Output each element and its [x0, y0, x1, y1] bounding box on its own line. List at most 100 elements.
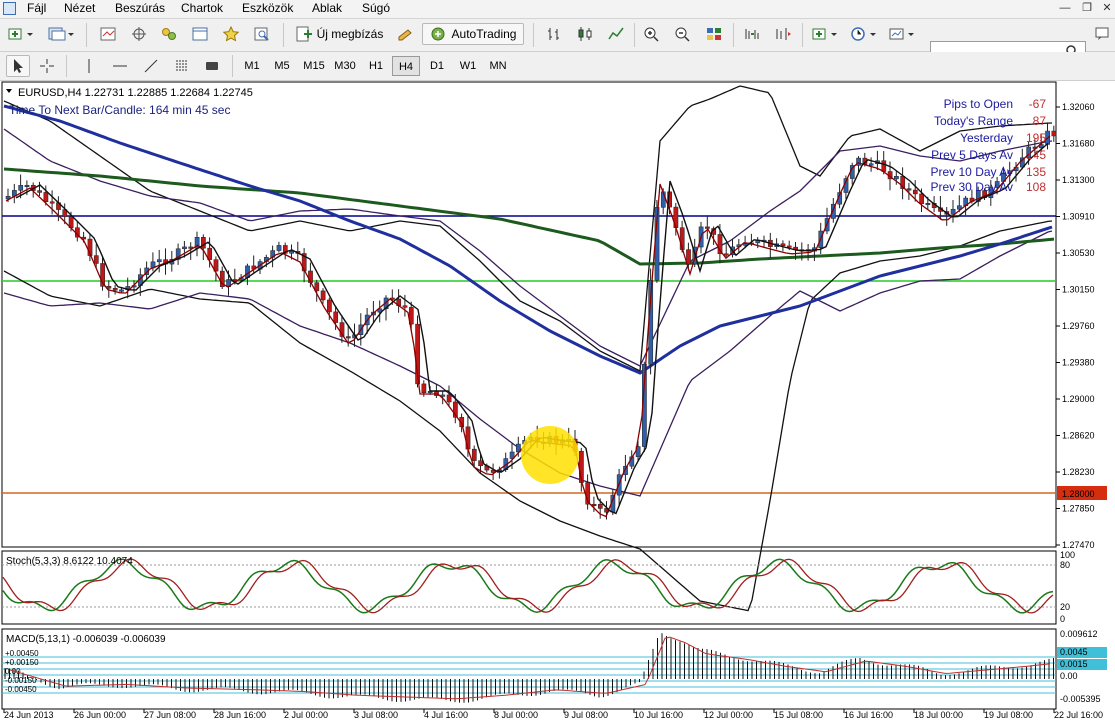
stoch-pane: 10080 20 0	[2, 550, 1075, 624]
minimize-icon[interactable]: —	[1055, 1, 1075, 16]
bullish-candle	[119, 289, 124, 292]
cursor-arrow-icon	[14, 59, 23, 73]
data-window-button[interactable]	[128, 23, 150, 45]
star-folder-icon	[222, 26, 240, 42]
market-watch-button[interactable]	[97, 23, 119, 45]
vertical-line-icon	[88, 59, 90, 73]
terminal-button[interactable]	[189, 23, 211, 45]
timeframe-m15[interactable]: M15	[299, 56, 329, 76]
stoch-header: Stoch(5,3,3) 8.6122 10.4074	[6, 556, 133, 567]
stoch-pane-frame	[1, 550, 1057, 625]
date-label: 18 Jul 00:00	[914, 710, 963, 720]
zoom-out-button[interactable]	[672, 23, 694, 45]
price-label: 1.32060	[1062, 102, 1095, 112]
menu-window[interactable]: Ablak	[310, 1, 344, 15]
timeframe-m5[interactable]: M5	[268, 56, 296, 76]
tile-windows-button[interactable]	[703, 23, 725, 45]
bollinger-upper-band	[3, 85, 1053, 373]
axes: 1.32060 1.31680 1.31300 1.30910 1.30530 1.301…	[3, 102, 1107, 720]
search-tool-button[interactable]	[251, 23, 273, 45]
timeframe-h4[interactable]: H4	[392, 56, 420, 76]
macd-left-label: +0.00150	[5, 658, 39, 667]
periods-button[interactable]	[848, 23, 882, 45]
navigator-button[interactable]	[158, 23, 180, 45]
templates-button[interactable]	[886, 23, 920, 45]
medium-moving-average	[3, 104, 1053, 375]
bar-chart-button[interactable]	[543, 23, 565, 45]
price-label: 1.27470	[1062, 540, 1095, 550]
autotrading-button[interactable]: AutoTrading	[422, 23, 524, 45]
main-pane-frame	[1, 81, 1057, 548]
fibonacci-icon	[176, 60, 188, 71]
profiles-button[interactable]	[45, 23, 77, 45]
bearish-candle	[906, 188, 912, 191]
metaeditor-button[interactable]	[394, 23, 416, 45]
menu-tools[interactable]: Eszközök	[240, 1, 295, 15]
horizontal-line-button[interactable]	[108, 55, 132, 77]
stat-label-pips-to-open: Pips to Open	[944, 97, 1013, 111]
stoch-level-label: 80	[1060, 560, 1070, 570]
crosshair-button[interactable]	[35, 55, 59, 77]
timeframe-h1[interactable]: H1	[362, 56, 390, 76]
autotrading-label: AutoTrading	[451, 27, 517, 41]
new-order-button[interactable]: Új megbízás	[290, 23, 388, 45]
highlight-marker	[521, 426, 579, 484]
chart-header: EURUSD,H4 1.22731 1.22885 1.22684 1.2274…	[18, 87, 253, 99]
fibonacci-button[interactable]	[170, 55, 194, 77]
bearish-candle	[446, 394, 452, 403]
indicators-button[interactable]	[809, 23, 843, 45]
timeframe-m1[interactable]: M1	[238, 56, 266, 76]
bullish-candle	[18, 185, 24, 191]
macd-level-label: -0.005395	[1060, 694, 1101, 704]
timeframe-m30[interactable]: M30	[330, 56, 360, 76]
crosshair-icon	[132, 27, 146, 41]
menu-insert[interactable]: Beszúrás	[113, 1, 167, 15]
zoom-in-icon	[644, 27, 659, 42]
price-label: 1.27850	[1062, 504, 1095, 514]
timeframe-d1[interactable]: D1	[423, 56, 451, 76]
price-label: 1.28620	[1062, 431, 1095, 441]
bearish-candle	[597, 504, 603, 509]
stoch-signal-line	[2, 558, 1054, 614]
macd-signal-line	[9, 636, 1051, 700]
timeframe-w1[interactable]: W1	[454, 56, 482, 76]
bearish-candle	[723, 253, 729, 256]
cursor-button[interactable]	[6, 55, 30, 77]
zoom-in-button[interactable]	[641, 23, 663, 45]
line-chart-button[interactable]	[605, 23, 627, 45]
candle-chart-button[interactable]	[574, 23, 596, 45]
price-chart[interactable]: 10080 20 0 0.009612 0.0045 0.0015 0.00 -0.0053…	[0, 81, 1115, 720]
label-button[interactable]	[200, 55, 224, 77]
stat-value-todays-range: 87	[1033, 114, 1047, 128]
new-chart-button[interactable]	[5, 23, 39, 45]
menu-help[interactable]: Súgó	[360, 1, 392, 15]
menu-charts[interactable]: Chartok	[179, 1, 225, 15]
trendline-button[interactable]	[139, 55, 163, 77]
date-label: 19 Jul 08:00	[984, 710, 1033, 720]
trendline-icon	[144, 59, 158, 73]
price-tag-label: 1.28000	[1062, 489, 1095, 499]
chart-shift-button[interactable]	[772, 23, 794, 45]
line-studies-toolbar: M1 M5 M15 M30 H1 H4 D1 W1 MN	[0, 52, 1115, 81]
restore-icon[interactable]: ❐	[1077, 1, 1097, 16]
autoscroll-button[interactable]	[741, 23, 763, 45]
editor-icon	[398, 29, 412, 41]
bearish-candle	[471, 448, 477, 461]
strategy-tester-button[interactable]	[220, 23, 242, 45]
menu-view[interactable]: Nézet	[62, 1, 97, 15]
macd-level-label: 0.009612	[1060, 629, 1098, 639]
tile-windows-icon	[707, 28, 721, 40]
line-chart-icon	[608, 27, 624, 40]
community-button[interactable]	[1092, 23, 1112, 45]
bullish-candle	[289, 251, 294, 254]
menu-file[interactable]: Fájl	[25, 1, 48, 15]
timeframe-mn[interactable]: MN	[484, 56, 512, 76]
community-icon	[1095, 27, 1109, 40]
date-label: 28 Jun 16:00	[214, 710, 266, 720]
vertical-line-button[interactable]	[77, 55, 101, 77]
close-icon[interactable]: ✕	[1097, 1, 1115, 16]
chart-window[interactable]: 100 80 20 0 0.009612 0.0045 0.0015 0.00 -0.0053…	[0, 81, 1115, 720]
macd-level-label: 0.0015	[1060, 659, 1088, 669]
date-label: 22 Jul 16:00	[1054, 710, 1103, 720]
date-label: 3 Jul 08:00	[354, 710, 398, 720]
